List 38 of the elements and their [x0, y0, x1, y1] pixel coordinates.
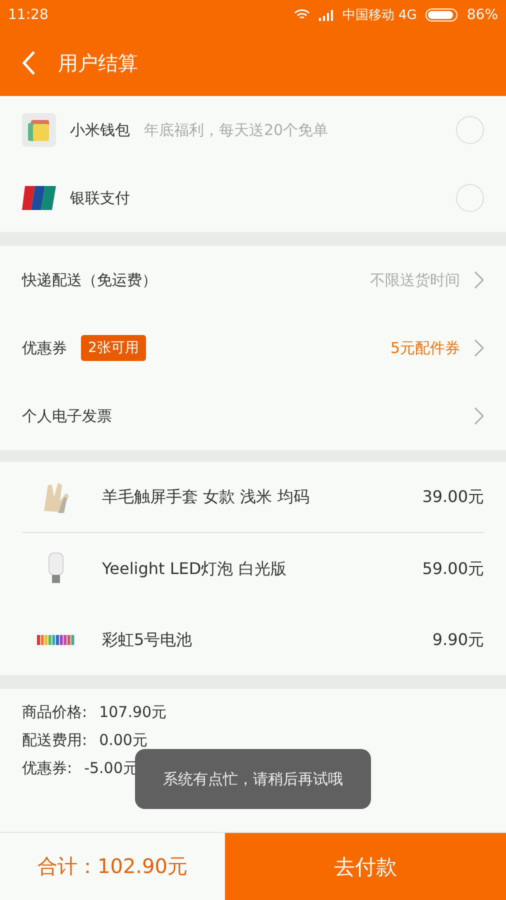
option-label: 个人电子发票 [22, 406, 112, 426]
product-price: 39.00元 [422, 486, 484, 508]
total-amount: 合计：102.90元 [0, 833, 225, 900]
pay-button[interactable]: 去付款 [225, 833, 506, 900]
option-value: 不限送货时间 [370, 270, 460, 290]
wallet-icon [22, 113, 56, 147]
product-price: 59.00元 [422, 558, 484, 580]
radio-button[interactable] [456, 116, 484, 144]
product-name: Yeelight LED灯泡 白光版 [102, 558, 286, 580]
product-name: 羊毛触屏手套 女款 浅米 均码 [102, 486, 310, 508]
payment-method-name: 银联支付 [70, 188, 130, 208]
summary-label: 配送费用: [22, 731, 88, 750]
option-label: 快递配送（免运费） [22, 270, 157, 290]
summary-value: 107.90元 [99, 703, 167, 722]
option-label: 优惠券 [22, 338, 67, 358]
summary-value: 0.00元 [99, 731, 148, 750]
wifi-icon [294, 9, 310, 21]
page-title: 用户结算 [58, 50, 138, 76]
summary-label: 优惠券: [22, 759, 72, 778]
radio-button[interactable] [456, 184, 484, 212]
status-time: 11:28 [8, 7, 48, 23]
option-value: 5元配件券 [390, 338, 460, 358]
summary-label: 商品价格: [22, 703, 88, 722]
product-price: 9.90元 [432, 630, 484, 650]
chevron-right-icon [474, 407, 484, 425]
card-icon [22, 186, 56, 210]
product-name: 彩虹5号电池 [102, 630, 192, 650]
chevron-right-icon [474, 339, 484, 357]
signal-icon [318, 9, 334, 21]
battery-icon [424, 8, 459, 22]
carrier-label: 中国移动 4G [342, 7, 417, 24]
toast-message: 系统有点忙，请稍后再试哦 [135, 749, 371, 809]
chevron-right-icon [474, 271, 484, 289]
payment-method-name: 小米钱包 [70, 120, 130, 140]
back-icon[interactable] [22, 50, 36, 76]
battery-percent: 86% [466, 7, 498, 23]
promo-note: 年底福利，每天送20个免单 [144, 120, 328, 140]
coupon-badge: 2张可用 [81, 335, 146, 361]
